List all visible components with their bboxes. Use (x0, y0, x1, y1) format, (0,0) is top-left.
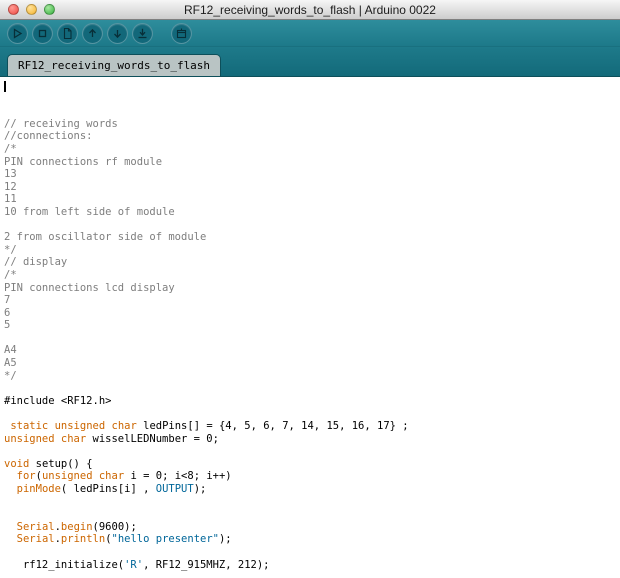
code-line: 10 from left side of module (4, 205, 175, 218)
code-line: Serial.begin(9600); (16, 520, 137, 533)
open-sketch-button[interactable] (82, 22, 103, 44)
verify-button[interactable] (7, 22, 28, 44)
code-line: //connections: (4, 130, 93, 143)
close-window-button[interactable] (8, 4, 19, 15)
text-caret (4, 81, 6, 92)
code-line: 6 (4, 306, 11, 319)
tab-rf12-receiving-words-to-flash[interactable]: RF12_receiving_words_to_flash (7, 54, 222, 76)
code-line: 12 (4, 180, 17, 193)
code-line: A5 (4, 357, 17, 370)
code-line: A4 (4, 344, 17, 357)
code-line: unsigned char wisselLEDNumber = 0; (4, 432, 219, 445)
window-title: RF12_receiving_words_to_flash | Arduino … (184, 2, 436, 17)
code-line: 11 (4, 193, 17, 206)
play-icon (11, 27, 24, 40)
code-line: */ (4, 369, 17, 382)
new-sketch-button[interactable] (57, 22, 78, 44)
code-line: PIN connections lcd display (4, 281, 175, 294)
minimize-window-button[interactable] (26, 4, 37, 15)
code-line: static unsigned char ledPins[] = {4, 5, … (10, 420, 409, 433)
code-line: */ (4, 243, 17, 256)
code-line: PIN connections rf module (4, 155, 163, 168)
code-line: void setup() { (4, 457, 93, 470)
upload-arrow-icon (136, 27, 149, 40)
code-area: // receiving words//connections:/* PIN co… (4, 118, 620, 578)
code-line: #include <RF12.h> (4, 394, 112, 407)
code-line: 13 (4, 168, 17, 181)
code-line: 7 (4, 294, 11, 307)
code-line: pinMode( ledPins[i] , OUTPUT); (16, 483, 207, 495)
arrow-up-icon (86, 27, 99, 40)
arduino-ide-window: RF12_receiving_words_to_flash | Arduino … (0, 0, 620, 578)
window-titlebar[interactable]: RF12_receiving_words_to_flash | Arduino … (0, 0, 620, 20)
new-document-icon (61, 27, 74, 40)
zoom-window-button[interactable] (44, 4, 55, 15)
stop-icon (36, 27, 49, 40)
code-line: rf12_initialize('R', RF12_915MHZ, 212); (4, 558, 270, 571)
code-line: for(unsigned char i = 0; i<8; i++) (16, 470, 232, 483)
traffic-lights (8, 4, 55, 15)
tab-bar: RF12_receiving_words_to_flash (0, 47, 620, 77)
code-line: 2 from oscillator side of module (4, 231, 207, 244)
save-sketch-button[interactable] (107, 22, 128, 44)
code-line: Serial.println("hello presenter"); (16, 533, 232, 546)
code-line: /* (4, 142, 17, 155)
toolbar (0, 20, 620, 47)
code-line: // display (4, 256, 68, 269)
code-line: // receiving words (4, 117, 118, 130)
upload-button[interactable] (132, 22, 153, 44)
serial-monitor-icon (175, 27, 188, 40)
arrow-down-icon (111, 27, 124, 40)
code-editor[interactable]: // receiving words//connections:/* PIN co… (0, 77, 620, 578)
stop-button[interactable] (32, 22, 53, 44)
serial-monitor-button[interactable] (171, 22, 192, 44)
code-line: /* (4, 268, 17, 281)
code-line: 5 (4, 319, 11, 332)
